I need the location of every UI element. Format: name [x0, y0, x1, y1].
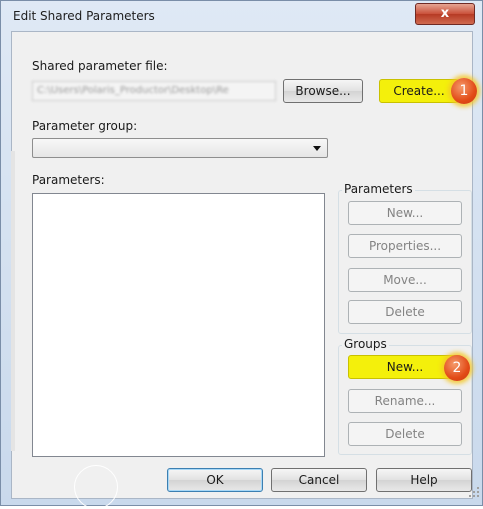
window-title: Edit Shared Parameters	[13, 9, 155, 23]
parameter-group-label: Parameter group:	[32, 119, 138, 133]
click-indicator-ring	[74, 465, 118, 509]
shared-parameter-file-label: Shared parameter file:	[32, 59, 168, 73]
parameter-properties-button[interactable]: Properties...	[348, 234, 462, 258]
callout-badge-2: 2	[444, 355, 470, 381]
resize-grip-icon[interactable]	[469, 487, 479, 497]
create-button[interactable]: Create...	[379, 79, 459, 103]
help-button[interactable]: Help	[376, 468, 472, 492]
close-button[interactable]: x	[415, 3, 475, 25]
parameter-group-dropdown[interactable]	[32, 138, 328, 158]
browse-button[interactable]: Browse...	[283, 79, 363, 103]
parameters-listbox[interactable]	[32, 193, 325, 457]
parameters-groupbox-caption: Parameters	[342, 182, 415, 196]
cancel-button[interactable]: Cancel	[271, 468, 367, 492]
window-border-strip	[11, 151, 15, 451]
callout-badge-1: 1	[451, 78, 477, 104]
chevron-down-icon	[313, 146, 321, 151]
groups-groupbox-caption: Groups	[342, 337, 389, 351]
title-bar[interactable]: Edit Shared Parameters x	[1, 1, 482, 31]
parameter-delete-button[interactable]: Delete	[348, 300, 462, 324]
parameter-move-button[interactable]: Move...	[348, 268, 462, 292]
parameters-list-label: Parameters:	[32, 173, 105, 187]
ok-button[interactable]: OK	[167, 468, 263, 492]
edit-shared-parameters-dialog: Edit Shared Parameters x Shared paramete…	[0, 0, 483, 509]
group-delete-button[interactable]: Delete	[348, 422, 462, 446]
group-rename-button[interactable]: Rename...	[348, 389, 462, 413]
shared-parameter-file-path[interactable]: C:\Users\Polaris_Productor\Desktop\Re	[32, 81, 276, 101]
parameter-new-button[interactable]: New...	[348, 201, 462, 225]
